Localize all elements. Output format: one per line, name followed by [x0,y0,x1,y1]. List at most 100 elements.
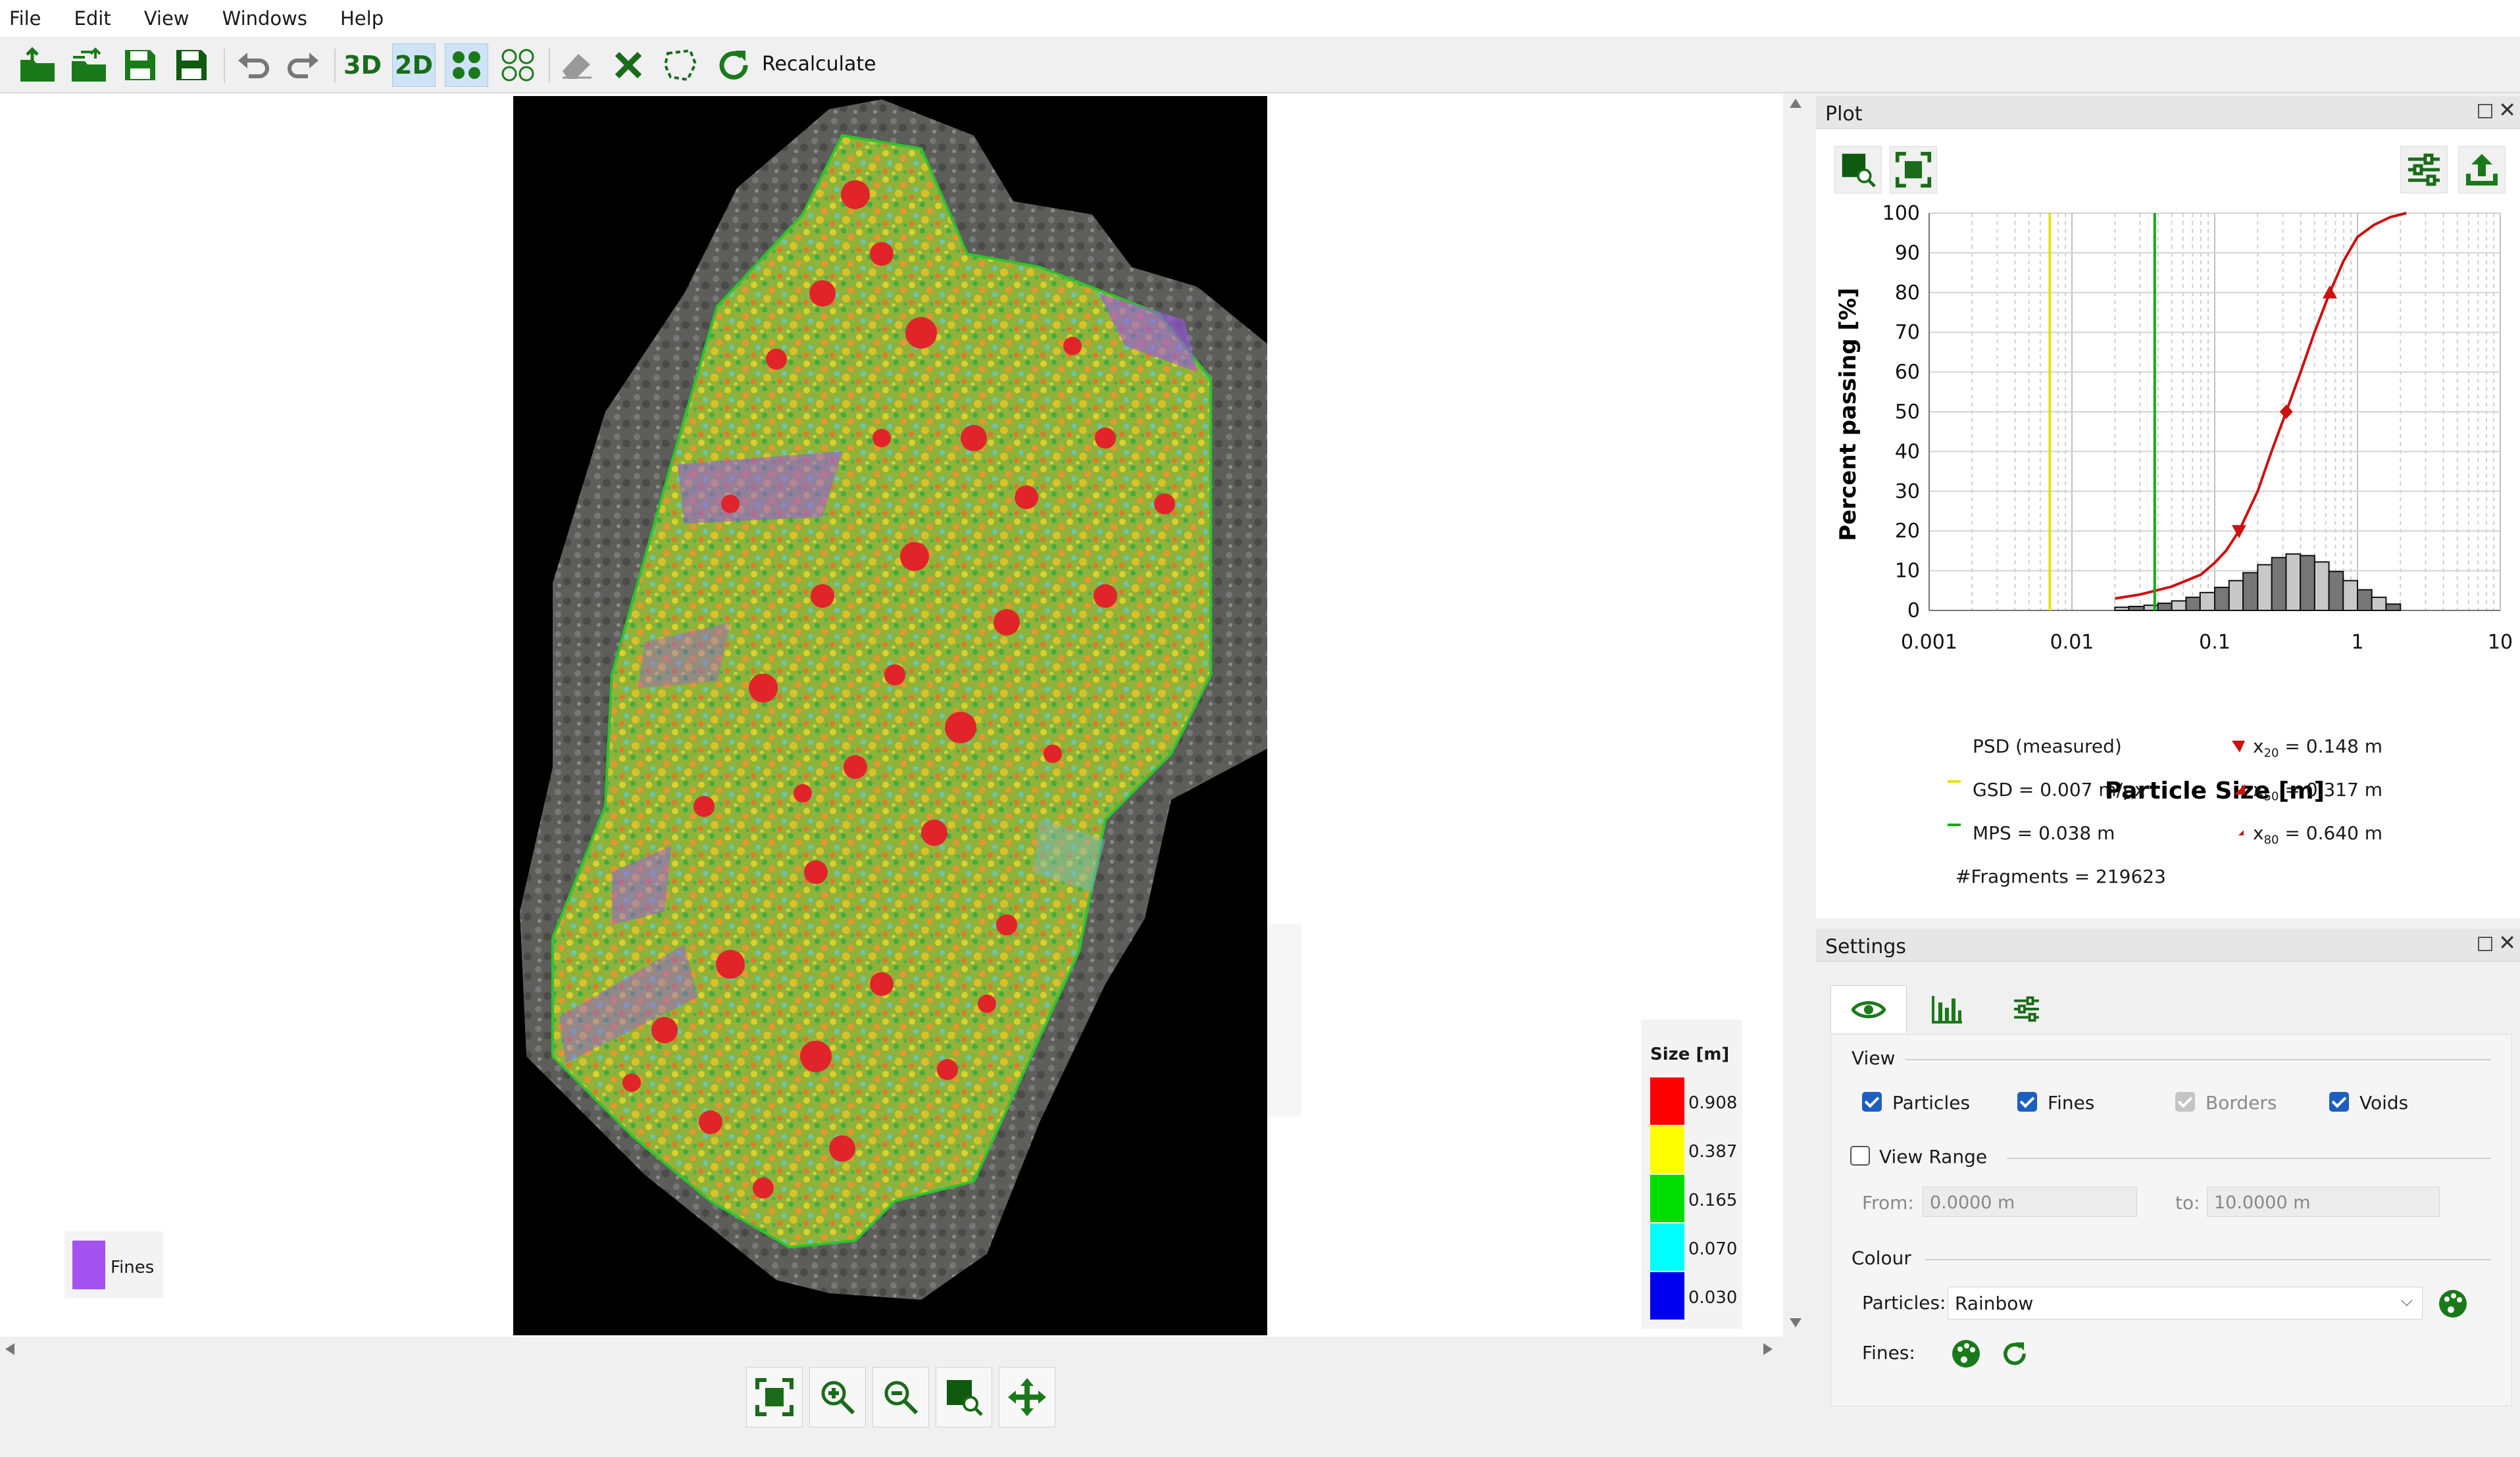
particles-palette-icon[interactable] [2434,1285,2471,1322]
x20-marker-icon [2232,741,2245,753]
particles-checkbox[interactable] [1862,1092,1882,1112]
legend-value: 0.030 [1688,1288,1738,1308]
2d-view-button[interactable]: 2D [392,43,436,87]
settings-panel-header: Settings ✕ [1816,929,2520,962]
orthophoto-image[interactable] [513,96,1267,1335]
fines-legend-label: Fines [111,1258,155,1277]
to-input[interactable]: 10.0000 m [2207,1187,2440,1217]
vertical-scrollbar[interactable] [1784,93,1807,1337]
x-tick-label: 1 [2351,631,2363,654]
histogram-bar [2199,591,2216,612]
plot-zoom-region-icon[interactable] [1834,146,1882,193]
close-panel-icon[interactable]: ✕ [2498,930,2516,955]
colour-section-label: Colour [1852,1247,1911,1269]
chevron-down-icon: ⌵ [2400,1291,2413,1310]
3d-view-button[interactable]: 3D [341,43,384,87]
voids-checkbox-label: Voids [2359,1092,2409,1114]
histogram-bar [2342,580,2358,612]
redo-icon[interactable] [282,43,325,87]
psd-chart: 0 10 20 30 40 50 60 70 80 90 100 0.001 0.01 0.1 1 10 Per… [1835,202,2513,804]
float-panel-icon[interactable] [2478,937,2492,951]
lasso-icon[interactable] [658,43,701,87]
y-tick-label: 80 [1895,282,1920,305]
float-panel-icon[interactable] [2478,104,2492,118]
legend-swatch [1650,1223,1684,1271]
histogram-bar [2128,605,2145,612]
import-folder-icon[interactable] [67,43,111,87]
size-legend: Size [m] 0.908 0.387 0.165 0.070 0.030 [1641,1020,1742,1329]
open-folder-icon[interactable] [16,43,59,87]
x-tick-label: 0.01 [2050,631,2094,654]
borders-checkbox-label: Borders [2205,1092,2277,1114]
plot-panel-title: Plot [1825,103,1863,126]
fines-palette-icon[interactable] [1948,1335,1984,1372]
save-as-icon[interactable] [170,43,213,87]
y-tick-label: 90 [1895,241,1920,264]
voids-checkbox[interactable] [2329,1092,2349,1112]
histogram-bar [2357,589,2373,611]
y-tick-label: 60 [1895,361,1920,384]
zoom-region-icon[interactable] [936,1367,992,1427]
plot-panel-header: Plot ✕ [1816,96,2520,129]
settings-tab-content [1830,1034,2512,1406]
fragments-count: #Fragments = 219623 [1955,866,2166,887]
particles-checkbox-label: Particles [1892,1092,1971,1114]
legend-value: 0.165 [1688,1191,1738,1210]
legend-swatch [1650,1175,1684,1222]
tab-view[interactable] [1830,985,1907,1033]
toolbar: 3D 2D Recalculate [0,37,2520,93]
histogram-bar [2185,597,2201,611]
from-label: From: [1862,1192,1914,1214]
x50-value: x50 = 0.317 m [2253,779,2383,804]
y-tick-label: 100 [1882,202,1920,225]
from-input[interactable]: 0.0000 m [1923,1187,2137,1217]
x80-marker-icon [2238,830,2244,835]
particles-colour-label: Particles: [1862,1292,1946,1314]
pan-icon[interactable] [999,1367,1055,1427]
export-upload-icon[interactable] [2458,146,2506,193]
histogram-bar [2271,556,2287,612]
save-icon[interactable] [118,43,162,87]
fines-colour-label: Fines: [1862,1342,1915,1364]
plot-settings-sliders-icon[interactable] [2400,146,2448,193]
x50-marker-icon [2234,784,2245,795]
zoom-in-icon[interactable] [809,1367,866,1427]
menu-edit[interactable]: Edit [74,7,111,30]
view-range-checkbox[interactable] [1850,1146,1870,1166]
recalculate-icon[interactable] [712,43,755,87]
x-tick-label: 0.1 [2199,631,2230,654]
outline-view-icon[interactable] [496,43,540,87]
x-tick-label: 0.001 [1901,631,1957,654]
plot-panel: Plot ✕ 0 10 20 30 40 50 60 70 80 90 100 0.001 0.01 0.… [1816,96,2520,918]
y-tick-label: 0 [1907,599,1920,622]
fines-reset-icon[interactable] [1996,1335,2033,1372]
menu-file[interactable]: File [9,7,41,30]
fit-view-icon[interactable] [746,1367,803,1427]
fines-checkbox[interactable] [2017,1092,2037,1112]
horizontal-scrollbar[interactable] [0,1337,1783,1370]
zoom-out-icon[interactable] [872,1367,929,1427]
fines-checkbox-label: Fines [2048,1092,2095,1114]
borders-checkbox[interactable] [2175,1092,2195,1112]
menu-windows[interactable]: Windows [222,7,307,30]
plot-fit-view-icon[interactable] [1890,146,1937,193]
histogram-bar [2242,572,2259,611]
recalculate-button[interactable]: Recalculate [762,53,876,76]
tab-sliders[interactable] [1988,985,2065,1033]
histogram-bar [2171,600,2187,612]
undo-icon[interactable] [232,43,275,87]
x-tick-label: 10 [2488,631,2513,654]
eraser-icon[interactable] [555,43,599,87]
histogram-bar [2385,603,2402,611]
x20-value: x20 = 0.148 m [2253,735,2383,760]
close-panel-icon[interactable]: ✕ [2498,97,2516,122]
delete-icon[interactable] [607,43,650,87]
tab-histogram[interactable] [1909,985,1986,1033]
histogram-bar [2114,606,2130,612]
legend-swatch [1650,1077,1684,1125]
menu-help[interactable]: Help [340,7,384,30]
legend-swatch [1650,1272,1684,1320]
particles-colour-select[interactable]: Rainbow ⌵ [1948,1287,2423,1320]
particles-view-icon[interactable] [445,43,488,87]
menu-view[interactable]: View [144,7,189,30]
